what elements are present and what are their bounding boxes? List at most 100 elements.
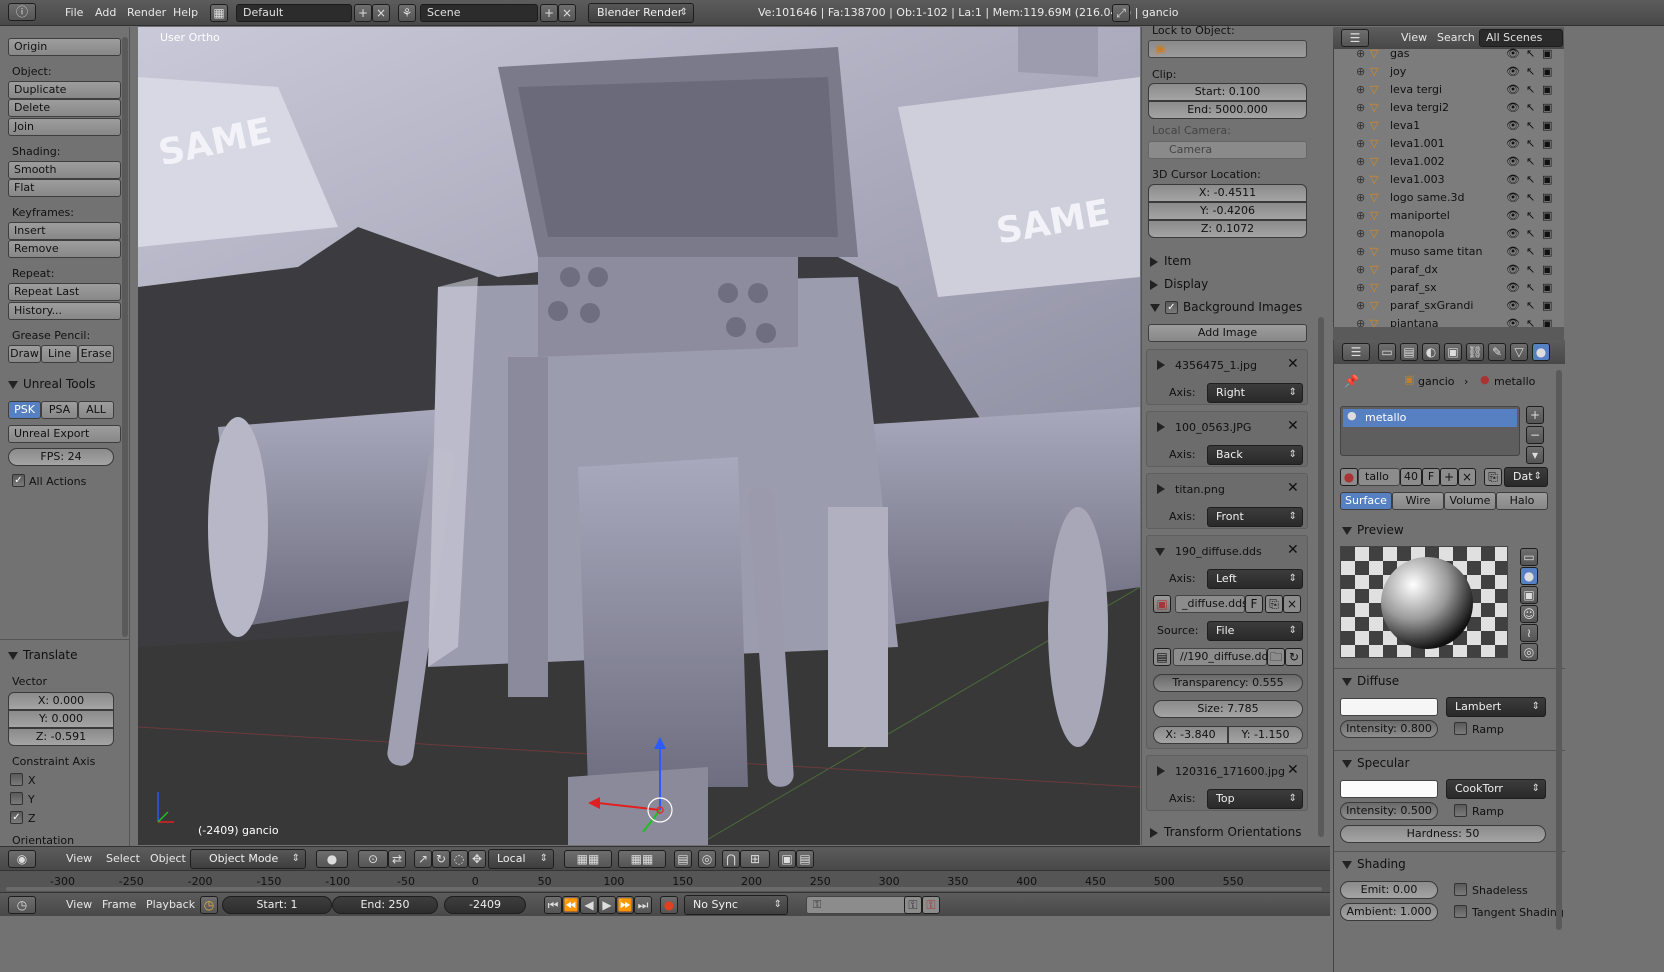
filepath-field[interactable]: //190_diffuse.dds bbox=[1173, 648, 1274, 666]
visibility-eye-icon[interactable]: 👁 bbox=[1506, 45, 1520, 63]
menu-render[interactable]: Render bbox=[127, 6, 166, 19]
bg-image-axis-select[interactable]: Front bbox=[1207, 507, 1303, 527]
close-icon[interactable]: ✕ bbox=[1287, 762, 1299, 778]
fps-field[interactable]: FPS: 24 bbox=[8, 448, 114, 466]
fake-user-button[interactable]: F bbox=[1245, 595, 1263, 613]
constraint-z-checkbox[interactable]: ✓ bbox=[10, 811, 23, 824]
render-tab-icon[interactable]: ▭ bbox=[1378, 343, 1396, 361]
bg-image-axis-select[interactable]: Left bbox=[1207, 569, 1303, 589]
outliner-item[interactable]: ⊕ ▽ gas 👁 ↖ ▣ bbox=[1334, 45, 1565, 63]
join-button[interactable]: Join bbox=[8, 118, 121, 136]
translate-manipulator-icon[interactable]: ↗ bbox=[414, 850, 432, 868]
timeline-ruler[interactable]: -300 -250 -200 -150 -100 -50 0 50 100 150 200 250 30… bbox=[0, 870, 1330, 892]
viewport-view-menu[interactable]: View bbox=[66, 852, 92, 865]
tab-halo[interactable]: Halo bbox=[1496, 492, 1548, 510]
selectable-cursor-icon[interactable]: ↖ bbox=[1526, 135, 1535, 153]
expand-icon[interactable]: ⊕ bbox=[1356, 81, 1365, 99]
visibility-eye-icon[interactable]: 👁 bbox=[1506, 243, 1520, 261]
visibility-eye-icon[interactable]: 👁 bbox=[1506, 225, 1520, 243]
insert-keyframe-icon[interactable]: ⚿ bbox=[904, 896, 922, 914]
render-camera-icon[interactable]: ▣ bbox=[1542, 171, 1552, 189]
delete-button[interactable]: Delete bbox=[8, 99, 121, 117]
render-camera-icon[interactable]: ▣ bbox=[1542, 45, 1552, 63]
constraint-x-checkbox[interactable] bbox=[10, 773, 23, 786]
render-camera-icon[interactable]: ▣ bbox=[1542, 207, 1552, 225]
render-camera-icon[interactable]: ▣ bbox=[1542, 189, 1552, 207]
preview-monkey-icon[interactable]: ☺ bbox=[1520, 605, 1538, 623]
layers-grid-2-icon[interactable]: ▦▦ bbox=[618, 850, 666, 868]
render-layers-tab-icon[interactable]: ▤ bbox=[1400, 343, 1418, 361]
visibility-eye-icon[interactable]: 👁 bbox=[1506, 189, 1520, 207]
object-tab-icon[interactable]: ▣ bbox=[1444, 343, 1462, 361]
render-camera-icon[interactable]: ▣ bbox=[1542, 99, 1552, 117]
preview-sphere-icon[interactable]: ● bbox=[1520, 567, 1538, 585]
3d-viewport[interactable]: SAME SAME User Ortho (-2409) gancio bbox=[138, 27, 1140, 845]
mode-select[interactable]: Object Mode bbox=[190, 849, 306, 869]
render-camera-icon[interactable]: ▣ bbox=[1542, 225, 1552, 243]
translate-x-field[interactable]: X: 0.000 bbox=[8, 692, 114, 710]
duplicate-button[interactable]: Duplicate bbox=[8, 81, 121, 99]
add-material-icon[interactable]: + bbox=[1440, 468, 1458, 486]
preview-flat-icon[interactable]: ▭ bbox=[1520, 548, 1538, 566]
tangent-shading-checkbox[interactable] bbox=[1454, 905, 1467, 918]
menu-help[interactable]: Help bbox=[173, 6, 198, 19]
size-field[interactable]: Size: 7.785 bbox=[1153, 700, 1303, 718]
translate-header[interactable]: Translate bbox=[8, 648, 78, 662]
hardness-field[interactable]: Hardness: 50 bbox=[1340, 825, 1546, 843]
expand-icon[interactable]: ⊕ bbox=[1356, 261, 1365, 279]
expand-icon[interactable]: ⊕ bbox=[1356, 153, 1365, 171]
remove-slot-icon[interactable]: − bbox=[1526, 426, 1544, 444]
all-button[interactable]: ALL bbox=[78, 401, 114, 419]
diffuse-intensity-slider[interactable]: Intensity: 0.800 bbox=[1340, 720, 1438, 738]
outliner-item[interactable]: ⊕ ▽ joy 👁 ↖ ▣ bbox=[1334, 63, 1565, 81]
outliner-item[interactable]: ⊕ ▽ leva1.001 👁 ↖ ▣ bbox=[1334, 135, 1565, 153]
outliner-item[interactable]: ⊕ ▽ muso same titan 👁 ↖ ▣ bbox=[1334, 243, 1565, 261]
close-icon[interactable]: ✕ bbox=[1287, 542, 1299, 558]
remove-scene-icon[interactable]: × bbox=[558, 4, 576, 22]
cursor-y-field[interactable]: Y: -0.4206 bbox=[1148, 202, 1307, 220]
visibility-eye-icon[interactable]: 👁 bbox=[1506, 207, 1520, 225]
translate-z-field[interactable]: Z: -0.591 bbox=[8, 728, 114, 746]
toolshelf-scrollbar[interactable] bbox=[122, 37, 128, 637]
npanel-scrollbar[interactable] bbox=[1318, 317, 1324, 837]
selectable-cursor-icon[interactable]: ↖ bbox=[1526, 243, 1535, 261]
visibility-eye-icon[interactable]: 👁 bbox=[1506, 63, 1520, 81]
timeline-playback-menu[interactable]: Playback bbox=[146, 898, 195, 911]
ambient-field[interactable]: Ambient: 1.000 bbox=[1340, 903, 1438, 921]
specular-color-swatch[interactable] bbox=[1340, 780, 1438, 798]
record-icon[interactable]: ● bbox=[660, 896, 678, 914]
expand-icon[interactable]: ⊕ bbox=[1356, 225, 1365, 243]
expand-icon[interactable]: ⊕ bbox=[1356, 279, 1365, 297]
link-type-select[interactable]: Dat bbox=[1504, 467, 1548, 487]
snap-element-icon[interactable]: ⊞ bbox=[740, 850, 770, 868]
selectable-cursor-icon[interactable]: ↖ bbox=[1526, 297, 1535, 315]
unreal-export-button[interactable]: Unreal Export bbox=[8, 425, 121, 443]
selectable-cursor-icon[interactable]: ↖ bbox=[1526, 207, 1535, 225]
visibility-eye-icon[interactable]: 👁 bbox=[1506, 117, 1520, 135]
shading-panel-header[interactable]: Shading bbox=[1342, 857, 1406, 871]
outliner-search-menu[interactable]: Search bbox=[1437, 31, 1475, 44]
preview-cube-icon[interactable]: ▣ bbox=[1520, 586, 1538, 604]
render-camera-icon[interactable]: ▣ bbox=[1542, 279, 1552, 297]
copy-material-icon[interactable]: ⎘ bbox=[1484, 468, 1502, 486]
preview-sky-icon[interactable]: ◎ bbox=[1520, 643, 1538, 661]
expand-icon[interactable]: ⊕ bbox=[1356, 243, 1365, 261]
start-frame-field[interactable]: Start: 1 bbox=[222, 896, 332, 914]
expand-icon[interactable]: ⊕ bbox=[1356, 99, 1365, 117]
timeline-view-menu[interactable]: View bbox=[66, 898, 92, 911]
specular-shader-select[interactable]: CookTorr bbox=[1446, 779, 1546, 799]
cursor-z-field[interactable]: Z: 0.1072 bbox=[1148, 220, 1307, 238]
constraint-y-checkbox[interactable] bbox=[10, 792, 23, 805]
specular-panel-header[interactable]: Specular bbox=[1342, 756, 1409, 770]
preview-panel-header[interactable]: Preview bbox=[1342, 523, 1404, 537]
screen-layout-field[interactable]: Default bbox=[236, 4, 352, 22]
outliner-item[interactable]: ⊕ ▽ logo same.3d 👁 ↖ ▣ bbox=[1334, 189, 1565, 207]
scene-field[interactable]: Scene bbox=[420, 4, 538, 22]
visibility-eye-icon[interactable]: 👁 bbox=[1506, 153, 1520, 171]
emit-field[interactable]: Emit: 0.00 bbox=[1340, 881, 1438, 899]
transform-orientations-header[interactable]: Transform Orientations bbox=[1150, 825, 1302, 839]
properties-editor-icon[interactable]: ☰ bbox=[1342, 343, 1370, 361]
outliner-item[interactable]: ⊕ ▽ leva1.003 👁 ↖ ▣ bbox=[1334, 171, 1565, 189]
visibility-eye-icon[interactable]: 👁 bbox=[1506, 279, 1520, 297]
current-frame-field[interactable]: -2409 bbox=[444, 896, 526, 914]
